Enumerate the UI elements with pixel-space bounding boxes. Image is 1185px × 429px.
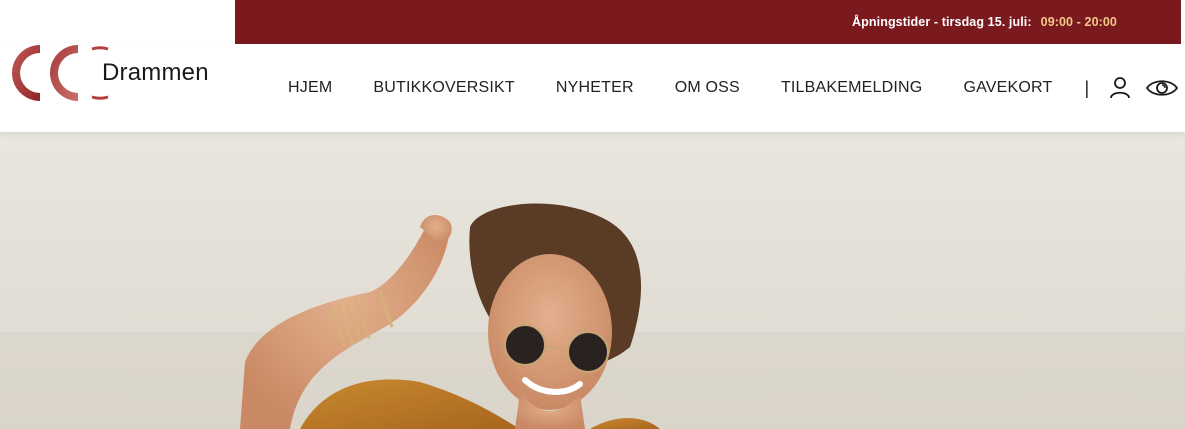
nav-item-hjem[interactable]: HJEM xyxy=(288,79,332,97)
accessibility-view-button[interactable] xyxy=(1145,76,1179,100)
opening-hours-bar: Åpningstider - tirsdag 15. juli: 09:00 -… xyxy=(235,0,1181,44)
eye-icon xyxy=(1146,80,1179,96)
nav-separator: | xyxy=(1084,77,1090,98)
site-logo[interactable]: Drammen xyxy=(12,42,227,104)
main-navigation: HJEM BUTIKKOVERSIKT NYHETER OM OSS TILBA… xyxy=(268,44,1185,132)
nav-item-om-oss[interactable]: OM OSS xyxy=(675,79,740,97)
user-account-button[interactable] xyxy=(1109,76,1131,100)
logo-brand-text: Drammen xyxy=(102,59,209,86)
opening-hours-label: Åpningstider - tirsdag 15. juli: xyxy=(852,15,1032,29)
nav-item-gavekort[interactable]: GAVEKORT xyxy=(963,79,1052,97)
hero-image xyxy=(0,132,1185,429)
nav-item-butikkoversikt[interactable]: BUTIKKOVERSIKT xyxy=(373,79,515,97)
nav-item-nyheter[interactable]: NYHETER xyxy=(556,79,634,97)
nav-item-tilbakemelding[interactable]: TILBAKEMELDING xyxy=(781,79,923,97)
opening-hours-value: 09:00 - 20:00 xyxy=(1040,15,1117,29)
cc-logo-icon xyxy=(12,45,109,101)
header-top-left xyxy=(0,0,235,44)
user-icon xyxy=(1110,77,1131,99)
hero-photo xyxy=(0,132,1185,429)
